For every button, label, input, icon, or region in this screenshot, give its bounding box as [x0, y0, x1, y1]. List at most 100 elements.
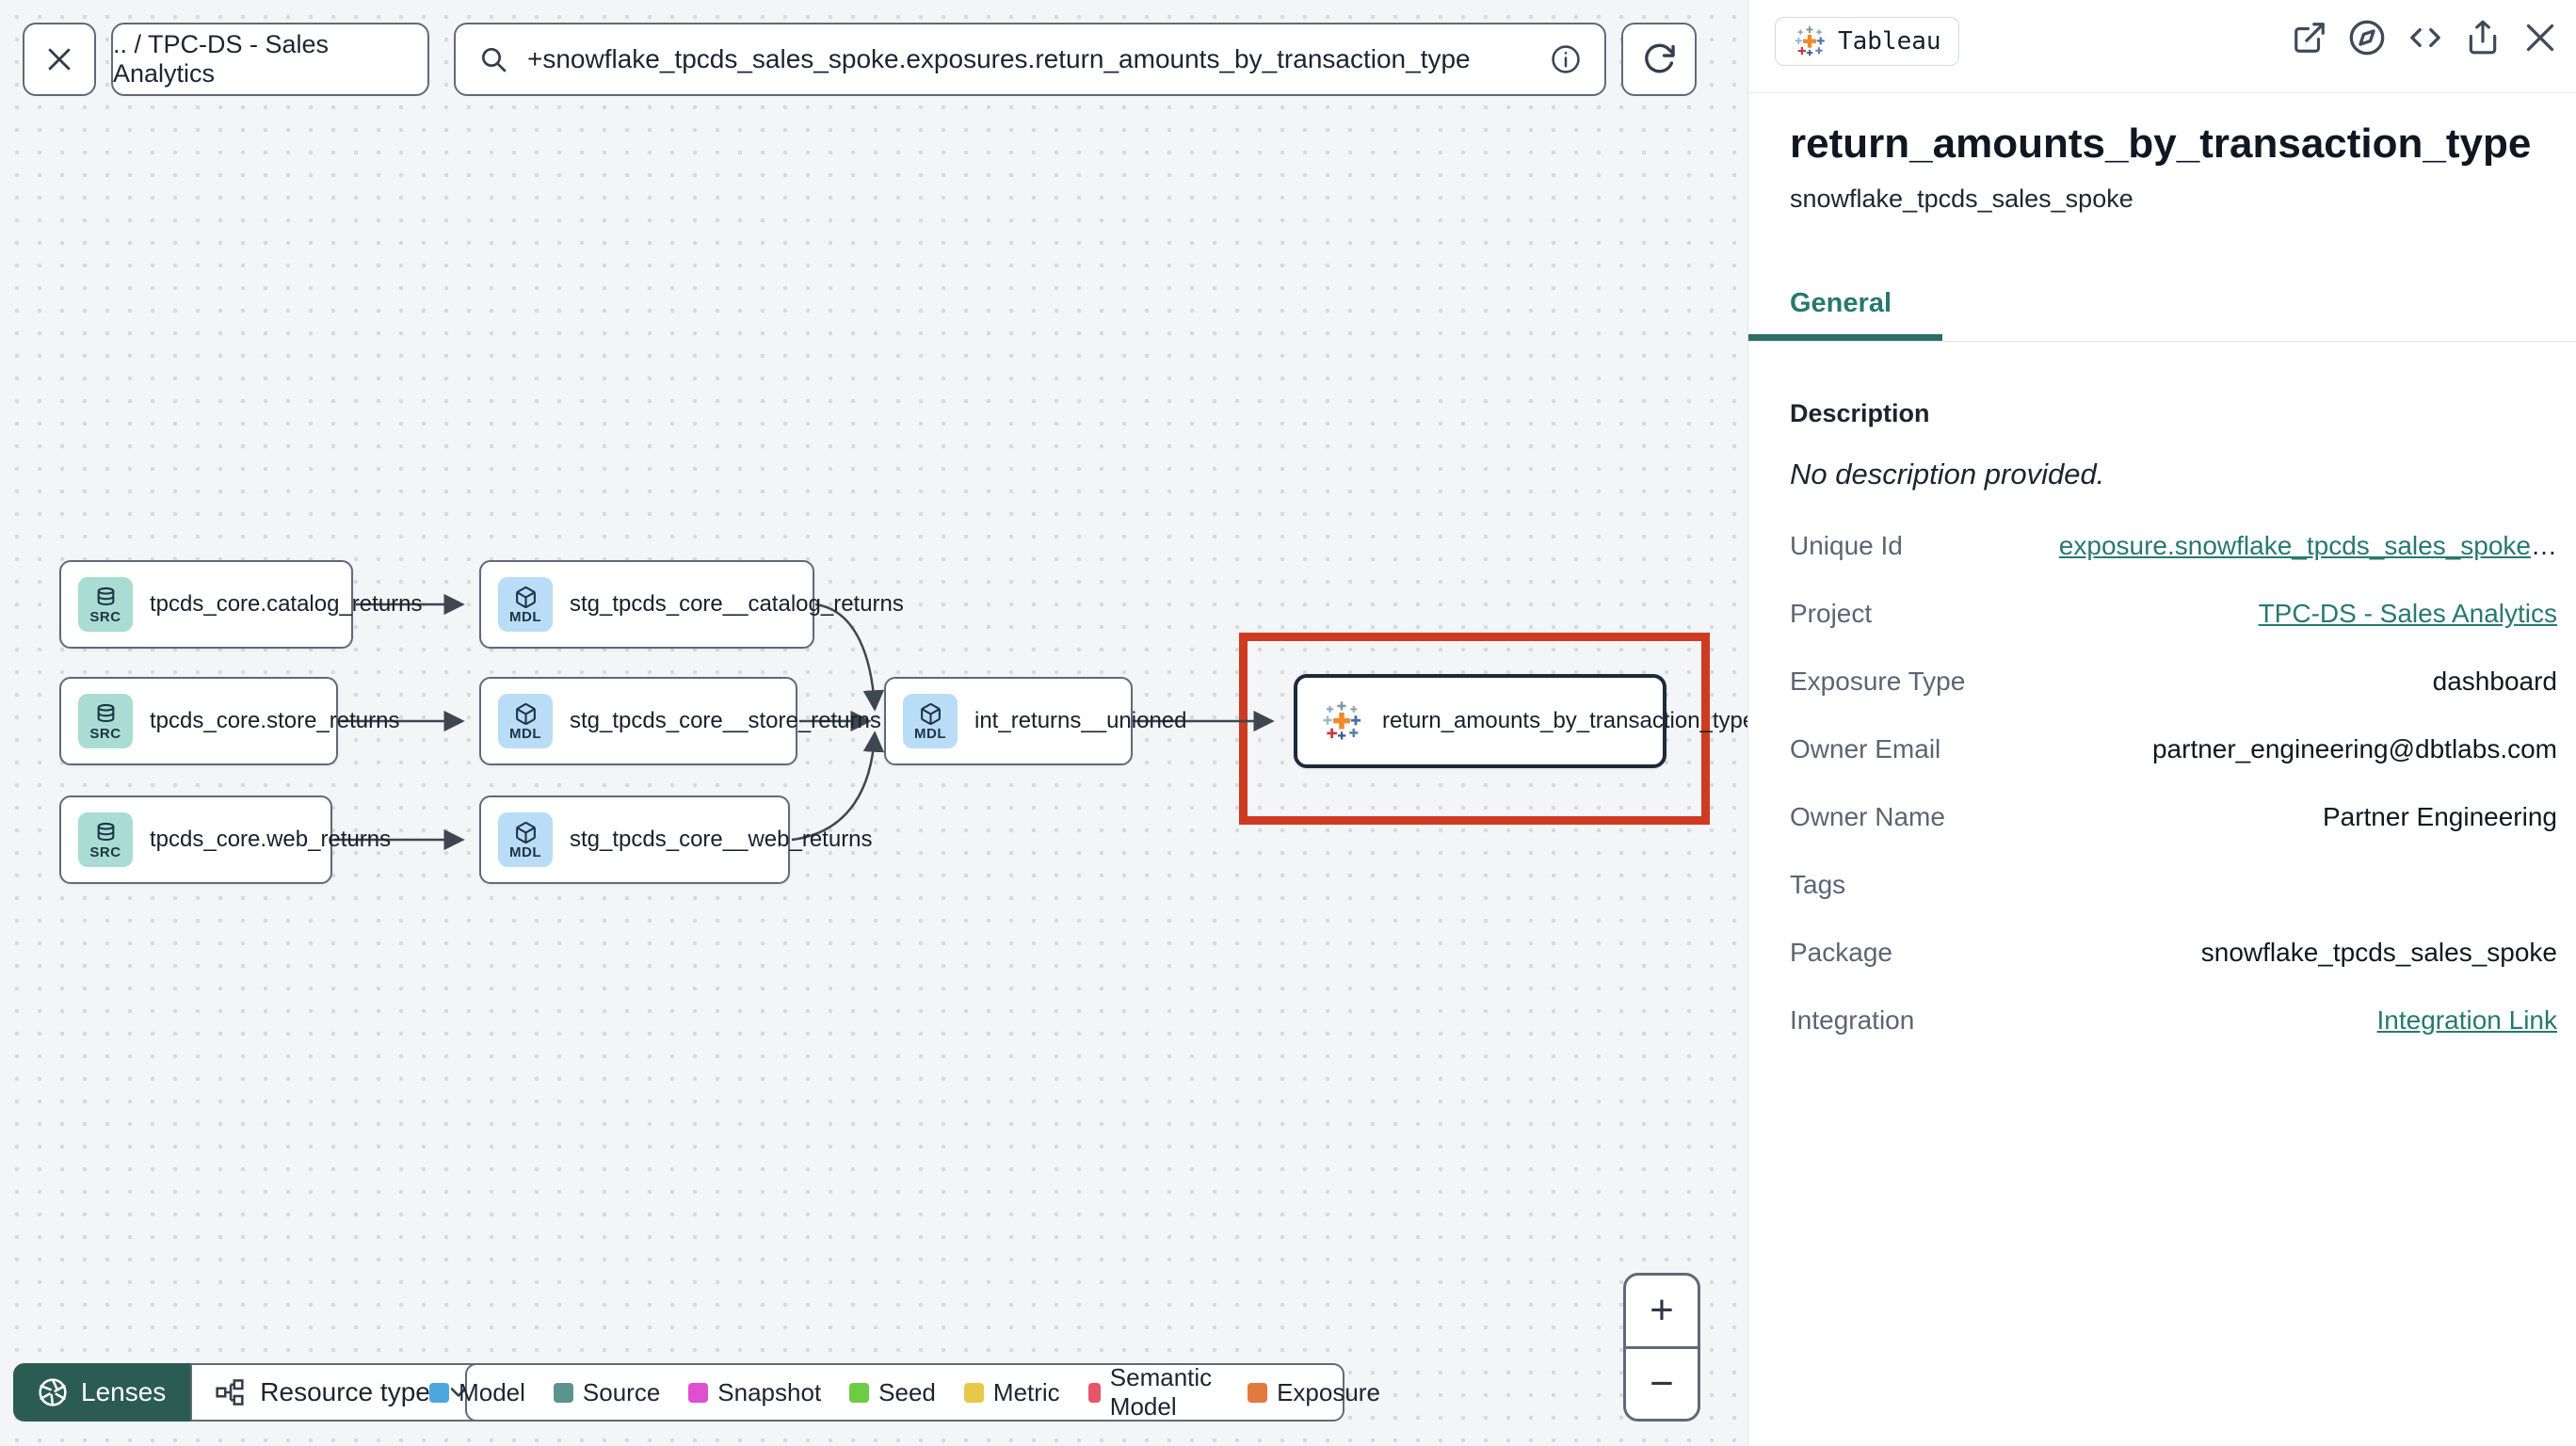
- legend-item-model: Model: [429, 1378, 525, 1407]
- zoom-in-button[interactable]: +: [1626, 1276, 1698, 1349]
- node-stg-tpcds-core-web-returns[interactable]: MDL stg_tpcds_core__web_returns: [479, 795, 873, 884]
- model-badge: MDL: [903, 694, 958, 748]
- database-icon: [97, 586, 114, 605]
- legend-item-semantic-model: Semantic Model: [1087, 1363, 1219, 1422]
- field-row-project: Project TPC-DS - Sales Analytics: [1790, 599, 2557, 629]
- node-label: tpcds_core.web_returns: [150, 827, 392, 852]
- refresh-lineage-button[interactable]: [1621, 23, 1697, 96]
- zoom-controls: + −: [1623, 1273, 1700, 1422]
- node-label: stg_tpcds_core__catalog_returns: [570, 591, 904, 617]
- project-link[interactable]: TPC-DS - Sales Analytics: [2259, 599, 2557, 629]
- lenses-button[interactable]: Lenses: [13, 1363, 191, 1422]
- node-stg-tpcds-core-store-returns[interactable]: MDL stg_tpcds_core__store_returns: [479, 677, 881, 765]
- zoom-out-button[interactable]: −: [1626, 1349, 1698, 1420]
- semantic-model-swatch: [1087, 1382, 1101, 1403]
- resource-type-label: Resource type: [260, 1377, 430, 1406]
- node-label: return_amounts_by_transaction_type: [1382, 708, 1756, 733]
- node-details-panel: Tableau return_amounts_by_transaction_ty…: [1747, 0, 2576, 1446]
- source-badge: SRC: [78, 577, 133, 632]
- legend-item-source: Source: [553, 1378, 660, 1407]
- node-int-returns-unioned[interactable]: MDL int_returns__unioned: [884, 677, 1187, 765]
- panel-subtitle: snowflake_tpcds_sales_spoke: [1790, 185, 2133, 213]
- source-badge: SRC: [78, 694, 133, 748]
- cube-icon: [920, 702, 941, 725]
- description-heading: Description: [1790, 399, 1930, 427]
- field-row-owner-email: Owner Email partner_engineering@dbtlabs.…: [1790, 734, 2557, 763]
- breadcrumb[interactable]: .. / TPC-DS - Sales Analytics: [111, 23, 429, 96]
- close-panel-icon[interactable]: [2521, 19, 2559, 56]
- model-swatch: [429, 1382, 450, 1403]
- field-row-package: Package snowflake_tpcds_sales_spoke: [1790, 938, 2557, 967]
- info-icon[interactable]: [1550, 43, 1582, 75]
- refresh-icon: [1641, 41, 1677, 77]
- share-icon[interactable]: [2465, 20, 2501, 56]
- unique-id-ellipsis: …: [2531, 531, 2557, 560]
- exposure-type-value: dashboard: [2432, 667, 2557, 696]
- model-badge: MDL: [498, 812, 553, 867]
- compass-icon[interactable]: [2348, 19, 2386, 56]
- lineage-controls: Lenses Resource type: [13, 1363, 496, 1422]
- open-in-new-icon[interactable]: [2292, 20, 2327, 56]
- legend-item-seed: Seed: [849, 1378, 936, 1407]
- lineage-canvas[interactable]: .. / TPC-DS - Sales Analytics +snowflake…: [0, 0, 1755, 1446]
- source-badge: SRC: [78, 812, 133, 867]
- field-row-exposure-type: Exposure Type dashboard: [1790, 667, 2557, 696]
- unique-id-link[interactable]: exposure.snowflake_tpcds_sales_spoke: [2059, 531, 2531, 560]
- search-value: +snowflake_tpcds_sales_spoke.exposures.r…: [527, 44, 1471, 73]
- cube-icon: [515, 702, 536, 725]
- integration-link[interactable]: Integration Link: [2377, 1005, 2557, 1036]
- integration-chip-label: Tableau: [1838, 27, 1941, 56]
- source-swatch: [553, 1382, 573, 1403]
- tab-divider: [1748, 341, 2576, 342]
- model-badge: MDL: [498, 694, 553, 748]
- cube-icon: [515, 586, 536, 608]
- field-row-tags: Tags: [1790, 870, 1846, 899]
- tab-general[interactable]: General: [1790, 288, 1892, 319]
- node-tpcds-core-catalog-returns[interactable]: SRC tpcds_core.catalog_returns: [59, 560, 423, 649]
- node-tpcds-core-web-returns[interactable]: SRC tpcds_core.web_returns: [59, 795, 391, 884]
- metric-swatch: [963, 1382, 984, 1403]
- lenses-label: Lenses: [81, 1377, 167, 1406]
- close-lineage-button[interactable]: [23, 23, 96, 96]
- aperture-icon: [38, 1377, 68, 1407]
- node-label: tpcds_core.store_returns: [150, 708, 400, 733]
- panel-header-actions: [2292, 19, 2559, 56]
- node-label: stg_tpcds_core__store_returns: [570, 708, 881, 733]
- tableau-logo-icon: [1320, 699, 1363, 743]
- snapshot-swatch: [688, 1382, 709, 1403]
- cube-icon: [515, 821, 536, 844]
- node-label: tpcds_core.catalog_returns: [150, 591, 423, 617]
- integration-chip: Tableau: [1775, 17, 1959, 66]
- lineage-search-input[interactable]: +snowflake_tpcds_sales_spoke.exposures.r…: [454, 23, 1606, 96]
- node-label: int_returns__unioned: [974, 708, 1187, 733]
- node-type-legend: Model Source Snapshot Seed Metric Semant…: [429, 1363, 1380, 1422]
- model-badge: MDL: [498, 577, 553, 632]
- panel-header-divider: [1748, 92, 2576, 93]
- search-icon: [478, 44, 508, 74]
- field-row-owner-name: Owner Name Partner Engineering: [1790, 802, 2557, 831]
- legend-item-metric: Metric: [963, 1378, 1060, 1407]
- breadcrumb-label: .. / TPC-DS - Sales Analytics: [113, 30, 330, 88]
- legend-item-exposure: Exposure: [1248, 1378, 1380, 1407]
- package-value: snowflake_tpcds_sales_spoke: [2200, 938, 2557, 967]
- owner-name-value: Partner Engineering: [2322, 802, 2557, 831]
- dbt-explorer-lineage-page: .. / TPC-DS - Sales Analytics +snowflake…: [0, 0, 2576, 1446]
- legend-item-snapshot: Snapshot: [688, 1378, 821, 1407]
- node-tpcds-core-store-returns[interactable]: SRC tpcds_core.store_returns: [59, 677, 399, 765]
- detail-fields: Unique Id exposure.snowflake_tpcds_sales…: [1748, 512, 2576, 1054]
- seed-swatch: [849, 1382, 870, 1403]
- node-stg-tpcds-core-catalog-returns[interactable]: MDL stg_tpcds_core__catalog_returns: [479, 560, 904, 649]
- panel-title: return_amounts_by_transaction_type: [1790, 120, 2532, 167]
- exposure-swatch: [1248, 1382, 1268, 1403]
- database-icon: [97, 703, 114, 722]
- node-return-amounts-by-transaction-type[interactable]: return_amounts_by_transaction_type: [1294, 674, 1755, 768]
- field-row-integration: Integration Integration Link: [1790, 1005, 2557, 1036]
- field-row-unique-id: Unique Id exposure.snowflake_tpcds_sales…: [1790, 531, 2557, 560]
- code-icon[interactable]: [2407, 19, 2444, 56]
- tableau-logo-icon: [1793, 24, 1827, 58]
- close-icon: [43, 43, 75, 75]
- sitemap-icon: [215, 1377, 245, 1407]
- node-label: stg_tpcds_core__web_returns: [570, 827, 873, 852]
- description-empty-text: No description provided.: [1790, 458, 2105, 490]
- owner-email-value: partner_engineering@dbtlabs.com: [2151, 734, 2557, 763]
